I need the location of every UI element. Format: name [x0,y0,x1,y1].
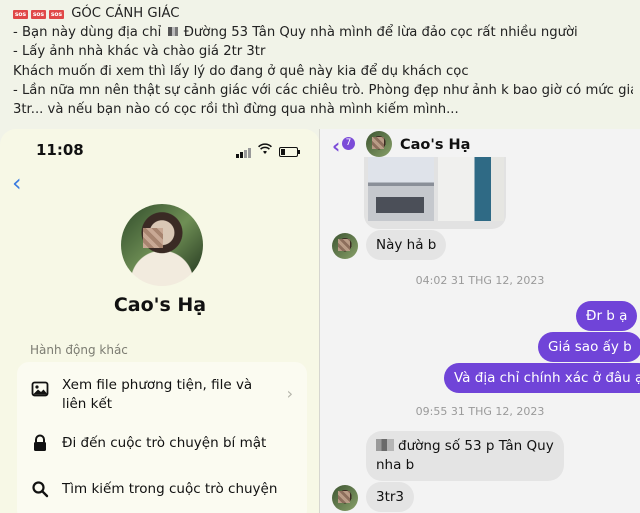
post-line: Khách muốn đi xem thì lấy lý do đang ở q… [13,63,469,79]
post-line: - Bạn này dùng địa chỉ Đường 53 Tân Quy … [13,23,633,42]
signal-icon [236,148,252,158]
post-line-suffix: Đường 53 Tân Quy nhà mình để lừa đảo cọc… [183,25,578,41]
search-icon [32,481,49,498]
avatar [332,233,358,259]
profile-screenshot: 11:08 ‹ Cao's Hạ Hành động khác Xem file… [0,129,320,513]
redacted-icon [167,27,178,37]
timestamp: 09:55 31 THG 12, 2023 [415,405,545,418]
menu-item-label: Xem file phương tiện, file và liên kết [62,377,253,412]
menu-item-label: Đi đến cuộc trò chuyện bí mật [62,435,267,451]
avatar [332,485,358,511]
profile-name: Cao's Hạ [113,294,207,316]
unread-badge: 7 [342,137,355,150]
section-label: Hành động khác [30,343,128,357]
avatar [121,204,203,286]
back-chevron-icon[interactable]: ‹ [12,171,22,195]
message-in[interactable]: 3tr3 [366,482,415,512]
back-chevron-icon[interactable]: ‹ [332,134,340,158]
menu-item-secret-chat[interactable]: Đi đến cuộc trò chuyện bí mật [17,428,307,458]
sos-icon: sos [31,10,46,19]
menu-item-media[interactable]: Xem file phương tiện, file và liên kết › [17,376,307,422]
message-in[interactable]: Này hả b [366,230,447,260]
post-line: - Lần nữa mn nên thật sự cảnh giác với c… [13,82,633,98]
sos-icon: sos [49,10,64,19]
menu-item-label: Tìm kiếm trong cuộc trò chuyện [62,481,278,497]
status-time: 11:08 [36,141,84,159]
message-out[interactable]: Và địa chỉ chính xác ở đâu ạ [444,363,640,393]
message-out[interactable]: Giá sao ấy b [538,332,640,362]
lock-icon [34,434,46,451]
avatar [366,131,392,157]
message-out[interactable]: Đr b ạ [576,301,638,331]
room-photo[interactable] [368,157,434,221]
post-title: GÓC CẢNH GIÁC [71,6,180,21]
chevron-right-icon: › [286,384,293,403]
menu-item-search[interactable]: Tìm kiếm trong cuộc trò chuyện [17,474,307,504]
shared-photos[interactable] [364,157,506,229]
chat-screenshot: ‹ 7 Cao's Hạ Này hả b 04:02 31 THG 12, 2… [320,129,640,513]
post-line: 3tr... và nếu bạn nào có cọc rồi thì đừn… [13,102,459,118]
post-text: sos sos sos GÓC CẢNH GIÁC - Bạn này dùng đ… [13,4,633,119]
image-icon [31,381,49,397]
post-line-prefix: - Bạn này dùng địa chỉ [13,25,162,41]
battery-icon [279,147,300,157]
post-title-line: sos sos sos GÓC CẢNH GIÁC [13,4,633,23]
post-line: - Lấy ảnh nhà khác và chào giá 2tr 3tr [13,44,266,60]
redacted-icon [376,439,394,451]
actions-menu: Xem file phương tiện, file và liên kết ›… [17,362,307,513]
chat-contact-name[interactable]: Cao's Hạ [400,137,470,153]
message-in[interactable]: đường số 53 p Tân Quy nha b [366,431,564,481]
timestamp: 04:02 31 THG 12, 2023 [415,274,545,287]
room-photo[interactable] [438,157,504,221]
sos-icon: sos [13,10,28,19]
wifi-icon [258,143,272,154]
